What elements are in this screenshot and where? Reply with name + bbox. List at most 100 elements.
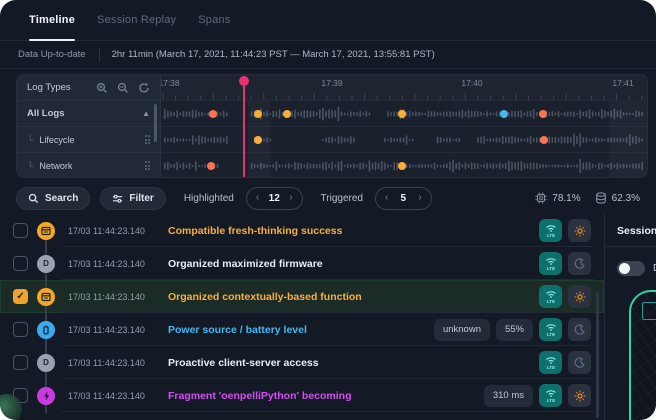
moon-icon	[574, 357, 585, 368]
waveform-lane-lifecycle[interactable]	[161, 127, 647, 153]
log-row[interactable]: 17/03 11:44:23.140 Power source / batter…	[0, 313, 604, 346]
dark-mode-button[interactable]	[568, 351, 591, 374]
ruler-tick-label: 17:39	[321, 78, 342, 88]
waveform-lane-network[interactable]	[161, 153, 647, 178]
memory-value: 62.3%	[612, 193, 640, 204]
event-marker-dot[interactable]	[254, 136, 262, 144]
timeline-row-lifecycle[interactable]: └ Lifecycle	[17, 127, 161, 153]
waveform-lane-all-logs[interactable]	[161, 101, 647, 127]
chevron-left-icon[interactable]: ‹	[256, 193, 259, 203]
signal-lte-icon: LTE	[544, 223, 558, 238]
event-marker-dot[interactable]	[283, 110, 291, 118]
event-marker-dot[interactable]	[207, 162, 215, 170]
network-lte-button[interactable]: LTE	[539, 384, 562, 407]
sun-icon	[574, 225, 586, 237]
log-timestamp: 17/03 11:44:23.140	[68, 226, 154, 236]
log-row-checkbox[interactable]	[13, 256, 28, 271]
network-lte-button[interactable]: LTE	[539, 351, 562, 374]
moon-icon	[574, 258, 585, 269]
log-timestamp: 17/03 11:44:23.140	[68, 358, 154, 368]
event-marker-dot[interactable]	[540, 136, 548, 144]
timeline-row-network[interactable]: └ Network	[17, 153, 161, 178]
timeline-panel: Log Types 17:3817:3917:4017:41 All Logs …	[16, 74, 648, 178]
highlighted-label: Highlighted	[184, 193, 234, 204]
playhead[interactable]	[243, 76, 245, 177]
zoom-out-icon[interactable]	[117, 82, 129, 94]
log-message: Organized maximized firmware	[168, 258, 323, 270]
event-marker-dot[interactable]	[209, 110, 217, 118]
light-mode-button[interactable]	[568, 384, 591, 407]
sun-icon	[574, 291, 586, 303]
log-row[interactable]: 17/03 11:44:23.140 Fragment 'oenpelliPyt…	[0, 379, 604, 412]
light-mode-button[interactable]	[568, 285, 591, 308]
data-up-to-date-label: Data Up-to-date	[18, 49, 86, 60]
daemon-badge: D	[37, 354, 55, 372]
metric-badge: unknown	[434, 319, 490, 341]
log-row[interactable]: 17/03 11:44:23.140 Organized contextuall…	[0, 280, 604, 313]
log-types-scrollbar[interactable]	[154, 104, 157, 142]
metric-badge: 310 ms	[484, 385, 533, 407]
daemon-badge: D	[37, 255, 55, 273]
log-message: Fragment 'oenpelliPython' becoming	[168, 390, 352, 402]
log-row-checkbox[interactable]	[13, 223, 28, 238]
timeline-right-shade	[609, 101, 647, 177]
timeline-ruler[interactable]: 17:3817:3917:4017:41	[161, 75, 647, 101]
log-row-checkbox[interactable]	[13, 355, 28, 370]
network-lte-button[interactable]: LTE	[539, 252, 562, 275]
log-timestamp: 17/03 11:44:23.140	[68, 325, 154, 335]
data-freshness-bar: Data Up-to-date 2hr 11min (March 17, 202…	[0, 41, 656, 69]
chevron-right-icon[interactable]: ›	[289, 193, 292, 203]
event-marker-dot[interactable]	[500, 110, 508, 118]
tab-session-replay[interactable]: Session Replay	[97, 0, 176, 40]
session-panel: Session D	[605, 214, 656, 420]
refresh-icon[interactable]	[138, 82, 150, 94]
log-row-checkbox[interactable]	[13, 289, 28, 304]
signal-lte-icon: LTE	[544, 322, 558, 337]
signal-lte-icon: LTE	[544, 289, 558, 304]
network-lte-button[interactable]: LTE	[539, 285, 562, 308]
chevron-left-icon[interactable]: ‹	[385, 193, 388, 203]
event-marker-dot[interactable]	[539, 110, 547, 118]
cpu-usage-stat: 78.1%	[535, 192, 580, 204]
log-types-header: Log Types	[17, 75, 161, 101]
network-lte-button[interactable]: LTE	[539, 318, 562, 341]
network-lte-button[interactable]: LTE	[539, 219, 562, 242]
event-marker-dot[interactable]	[398, 110, 406, 118]
search-button[interactable]: Search	[16, 187, 90, 210]
log-list-scrollbar[interactable]	[596, 292, 599, 418]
map-highlight-rect	[642, 302, 656, 320]
app-window: Timeline Session Replay Spans Data Up-to…	[0, 0, 656, 420]
tab-timeline[interactable]: Timeline	[29, 0, 75, 40]
drag-handle-icon[interactable]	[145, 161, 151, 170]
search-label: Search	[45, 193, 78, 204]
session-toggle[interactable]	[617, 261, 645, 276]
drag-handle-icon[interactable]	[145, 135, 151, 144]
signal-lte-icon: LTE	[544, 388, 558, 403]
event-marker-dot[interactable]	[398, 162, 406, 170]
log-row[interactable]: 17/03 11:44:23.140 Compatible fresh-thin…	[0, 214, 604, 247]
ruler-tick-label: 17:41	[612, 78, 633, 88]
light-mode-button[interactable]	[568, 219, 591, 242]
chevron-right-icon[interactable]: ›	[418, 193, 421, 203]
event-marker-dot[interactable]	[254, 110, 262, 118]
log-types-label: Log Types	[27, 82, 71, 93]
divider	[99, 48, 100, 62]
log-timestamp: 17/03 11:44:23.140	[68, 391, 154, 401]
database-icon	[595, 192, 607, 204]
filter-button[interactable]: Filter	[100, 187, 165, 210]
tab-spans[interactable]: Spans	[198, 0, 230, 40]
chevron-up-icon[interactable]: ▲	[142, 109, 150, 118]
dark-mode-button[interactable]	[568, 318, 591, 341]
log-message: Power source / battery level	[168, 324, 307, 336]
list-toolbar: Search Filter Highlighted ‹ 12 › Trigger…	[0, 182, 656, 214]
dark-mode-button[interactable]	[568, 252, 591, 275]
tab-bar: Timeline Session Replay Spans	[0, 0, 656, 41]
log-row[interactable]: D 17/03 11:44:23.140 Organized maximized…	[0, 247, 604, 280]
triggered-stepper: ‹ 5 ›	[375, 187, 432, 210]
zoom-in-icon[interactable]	[96, 82, 108, 94]
log-row[interactable]: D 17/03 11:44:23.140 Proactive client-se…	[0, 346, 604, 379]
timeline-row-all-logs[interactable]: All Logs ▲	[17, 101, 161, 127]
metric-badge: 55%	[496, 319, 533, 341]
log-message: Proactive client-server access	[168, 357, 319, 369]
log-row-checkbox[interactable]	[13, 322, 28, 337]
